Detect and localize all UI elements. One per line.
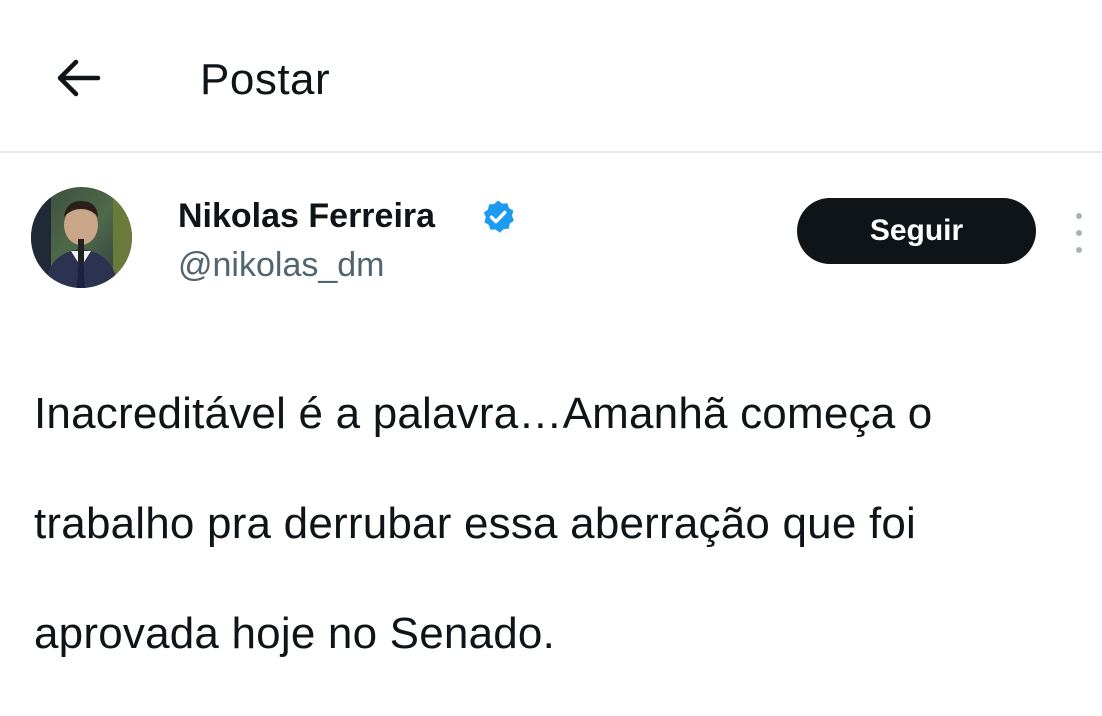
- page-title: Postar: [200, 55, 331, 104]
- arrow-left-icon: [57, 59, 101, 97]
- post-text-line: trabalho pra derrubar essa aberração que…: [34, 499, 917, 548]
- more-dot: [1076, 247, 1082, 253]
- avatar[interactable]: [31, 187, 132, 288]
- post-text-line: aprovada hoje no Senado.: [34, 609, 556, 658]
- post-text: Inacreditável é a palavra…Amanhã começa …: [34, 331, 1034, 716]
- back-button[interactable]: [46, 46, 110, 110]
- post-text-line: Inacreditável é a palavra…Amanhã começa …: [34, 389, 933, 438]
- verified-badge-icon: [483, 200, 514, 233]
- more-dot: [1076, 230, 1082, 236]
- author-handle[interactable]: @nikolas_dm: [178, 244, 385, 286]
- more-vertical-icon[interactable]: [1066, 211, 1092, 255]
- top-bar: Postar: [0, 0, 1102, 153]
- author-name[interactable]: Nikolas Ferreira: [178, 195, 435, 237]
- follow-button[interactable]: Seguir: [797, 198, 1036, 264]
- more-dot: [1076, 213, 1082, 219]
- post: Nikolas Ferreira @nikolas_dm Seguir Inac…: [0, 153, 1102, 658]
